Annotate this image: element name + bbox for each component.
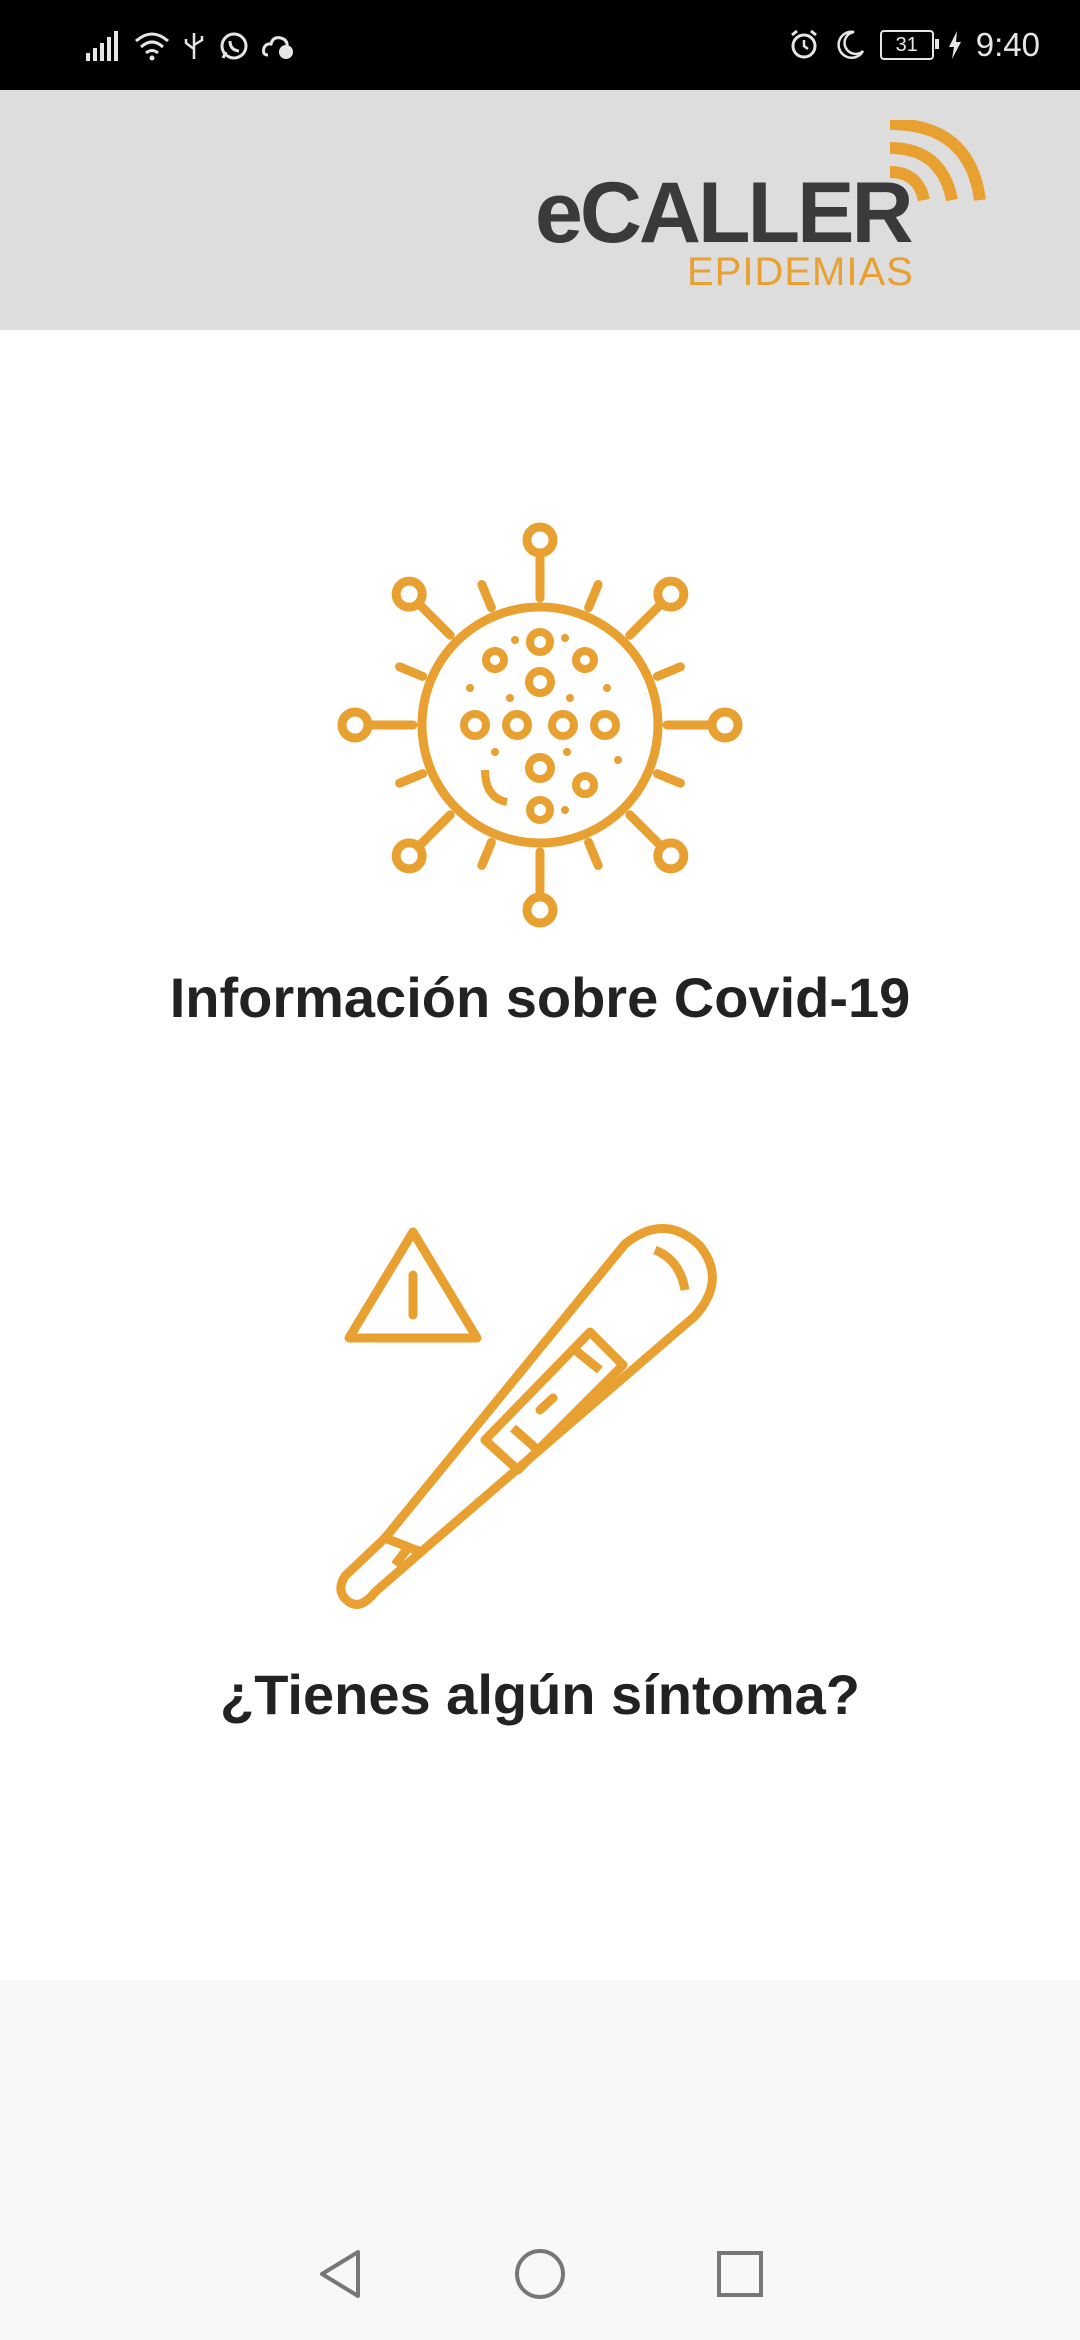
wifi-icon [135, 32, 169, 61]
virus-icon [337, 522, 743, 928]
covid-info-card[interactable]: Información sobre Covid-19 [0, 520, 1080, 1040]
status-icons-right: 31 9:40 [788, 22, 1040, 68]
whatsapp-icon [220, 32, 248, 60]
logo-main-text: eCALLER [535, 165, 914, 261]
logo-sub-text: EPIDEMIAS [687, 250, 914, 294]
back-button[interactable] [310, 2244, 370, 2304]
covid-info-label: Información sobre Covid-19 [169, 966, 911, 1029]
symptoms-label: ¿Tienes algún síntoma? [220, 1663, 860, 1726]
app-header: eCALLER EPIDEMIAS [0, 90, 1080, 330]
thermometer-warning-icon [336, 1224, 717, 1609]
status-bar: 31 9:40 [0, 0, 1080, 90]
battery-indicator: 31 [879, 30, 939, 60]
recents-button[interactable] [710, 2244, 770, 2304]
status-time: 9:40 [975, 26, 1040, 63]
alarm-icon [790, 29, 817, 59]
usb-icon [184, 33, 204, 59]
back-icon [320, 2250, 360, 2298]
signal-icon [86, 31, 118, 61]
status-icons-left [86, 26, 296, 66]
app-logo: eCALLER EPIDEMIAS [535, 120, 986, 300]
home-button[interactable] [510, 2244, 570, 2304]
weather-icon [262, 36, 293, 59]
home-icon [515, 2249, 565, 2299]
recents-icon [717, 2251, 763, 2297]
battery-level: 31 [895, 33, 918, 56]
system-nav-bar [0, 2208, 1080, 2340]
charging-icon [948, 31, 961, 59]
moon-icon [837, 30, 864, 60]
symptoms-card[interactable]: ¿Tienes algún síntoma? [0, 1220, 1080, 1740]
